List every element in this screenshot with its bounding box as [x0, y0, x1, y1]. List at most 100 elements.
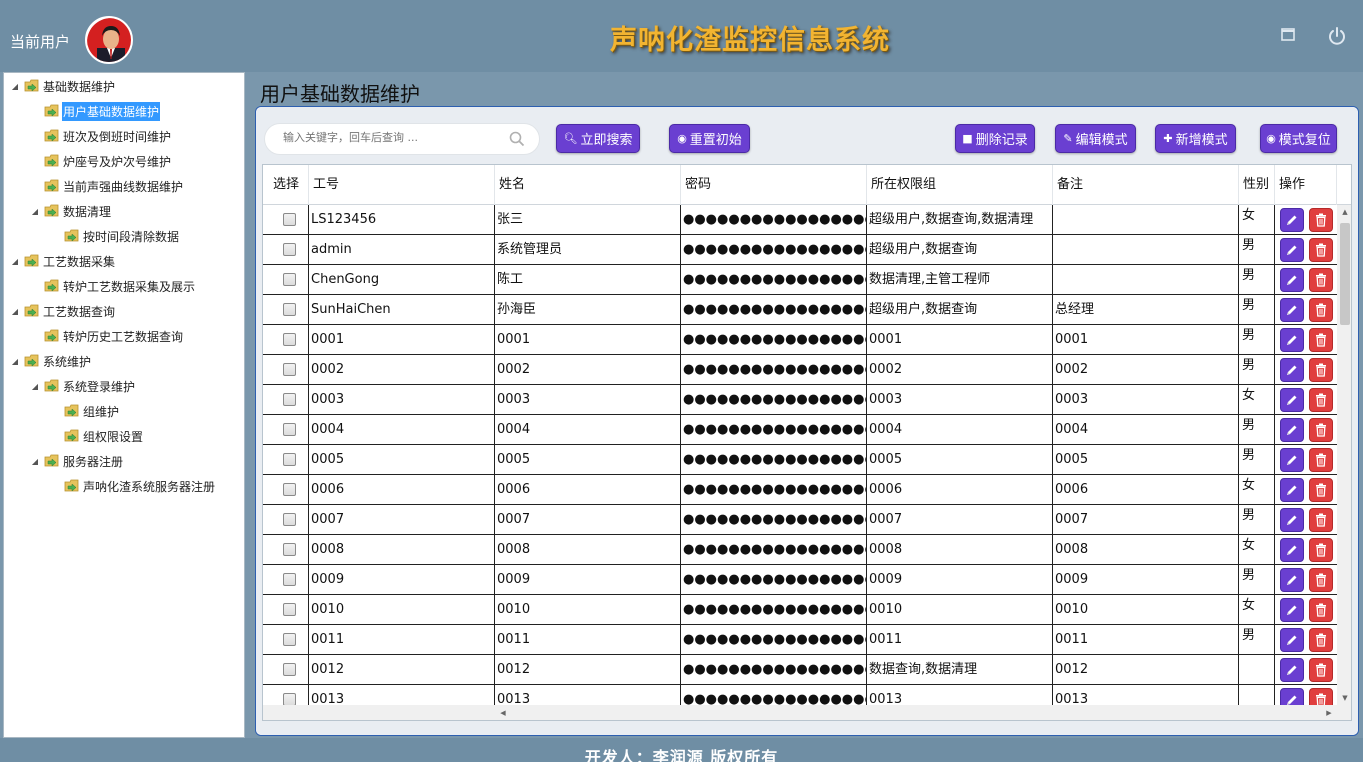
- tree-item[interactable]: 班次及倒班时间维护: [30, 126, 172, 146]
- column-header[interactable]: 备注: [1053, 165, 1239, 205]
- table-row[interactable]: 00080008●●●●●●●●●●●●●●●●●●●●00080008女: [263, 535, 1337, 565]
- delete-row-button[interactable]: [1309, 688, 1333, 705]
- search-box[interactable]: [264, 123, 540, 155]
- search-button[interactable]: 🔍︎ 立即搜索: [556, 124, 640, 153]
- delete-row-button[interactable]: [1309, 628, 1333, 652]
- search-icon[interactable]: [509, 131, 525, 147]
- row-checkbox[interactable]: [283, 633, 296, 646]
- delete-row-button[interactable]: [1309, 358, 1333, 382]
- edit-row-button[interactable]: [1280, 598, 1304, 622]
- vertical-scrollbar[interactable]: ▲ ▼: [1337, 205, 1351, 705]
- tree-item[interactable]: ◢ 系统登录维护: [30, 376, 136, 396]
- table-row[interactable]: 00070007●●●●●●●●●●●●●●●●●●●●00070007男: [263, 505, 1337, 535]
- row-checkbox[interactable]: [283, 333, 296, 346]
- tree-item[interactable]: ◢ 工艺数据查询: [10, 301, 116, 321]
- table-row[interactable]: 00060006●●●●●●●●●●●●●●●●●●●●00060006女: [263, 475, 1337, 505]
- row-checkbox[interactable]: [283, 273, 296, 286]
- edit-row-button[interactable]: [1280, 658, 1304, 682]
- edit-row-button[interactable]: [1280, 238, 1304, 262]
- row-checkbox[interactable]: [283, 363, 296, 376]
- edit-row-button[interactable]: [1280, 478, 1304, 502]
- expand-arrow-icon[interactable]: ◢: [30, 382, 40, 391]
- delete-records-button[interactable]: ■ 删除记录: [955, 124, 1035, 153]
- column-header[interactable]: 性别: [1239, 165, 1275, 205]
- delete-row-button[interactable]: [1309, 388, 1333, 412]
- row-checkbox[interactable]: [283, 453, 296, 466]
- table-row[interactable]: ChenGong陈工●●●●●●●●●●●●●●●●●●●●数据清理,主管工程师…: [263, 265, 1337, 295]
- row-checkbox[interactable]: [283, 423, 296, 436]
- scroll-down-icon[interactable]: ▼: [1337, 691, 1351, 705]
- edit-row-button[interactable]: [1280, 628, 1304, 652]
- expand-arrow-icon[interactable]: ◢: [30, 457, 40, 466]
- edit-row-button[interactable]: [1280, 538, 1304, 562]
- column-header[interactable]: 姓名: [495, 165, 681, 205]
- tree-item[interactable]: 组维护: [50, 401, 120, 421]
- row-checkbox[interactable]: [283, 573, 296, 586]
- row-checkbox[interactable]: [283, 513, 296, 526]
- power-button[interactable]: [1327, 26, 1345, 45]
- tree-item[interactable]: ◢ 数据清理: [30, 201, 112, 221]
- column-header[interactable]: 选择: [263, 165, 309, 205]
- table-row[interactable]: 00010001●●●●●●●●●●●●●●●●●●●●00010001男: [263, 325, 1337, 355]
- table-row[interactable]: 00090009●●●●●●●●●●●●●●●●●●●●00090009男: [263, 565, 1337, 595]
- maximize-button[interactable]: [1279, 26, 1297, 44]
- tree-item[interactable]: 转炉工艺数据采集及展示: [30, 276, 196, 296]
- delete-row-button[interactable]: [1309, 208, 1333, 232]
- delete-row-button[interactable]: [1309, 538, 1333, 562]
- row-checkbox[interactable]: [283, 393, 296, 406]
- tree-item[interactable]: ◢ 系统维护: [10, 351, 92, 371]
- delete-row-button[interactable]: [1309, 268, 1333, 292]
- edit-row-button[interactable]: [1280, 418, 1304, 442]
- column-header[interactable]: 操作: [1275, 165, 1337, 205]
- edit-row-button[interactable]: [1280, 688, 1304, 705]
- tree-item[interactable]: ◢ 服务器注册: [30, 451, 124, 471]
- horizontal-scrollbar[interactable]: ◀ ▶: [263, 705, 1351, 720]
- tree-item[interactable]: 组权限设置: [50, 426, 144, 446]
- tree-item[interactable]: 声呐化渣系统服务器注册: [50, 476, 216, 496]
- tree-item[interactable]: ◢ 基础数据维护: [10, 76, 116, 96]
- scroll-left-icon[interactable]: ◀: [495, 705, 511, 720]
- table-row[interactable]: 00100010●●●●●●●●●●●●●●●●●●●●00100010女: [263, 595, 1337, 625]
- delete-row-button[interactable]: [1309, 298, 1333, 322]
- scroll-right-icon[interactable]: ▶: [1321, 705, 1337, 720]
- tree-item[interactable]: 当前声强曲线数据维护: [30, 176, 184, 196]
- table-row[interactable]: 00110011●●●●●●●●●●●●●●●●●●●●00110011男: [263, 625, 1337, 655]
- column-header[interactable]: 所在权限组: [867, 165, 1053, 205]
- table-row[interactable]: LS123456张三●●●●●●●●●●●●●●●●●●●●超级用户,数据查询,…: [263, 205, 1337, 235]
- expand-arrow-icon[interactable]: ◢: [10, 357, 20, 366]
- edit-row-button[interactable]: [1280, 388, 1304, 412]
- edit-row-button[interactable]: [1280, 508, 1304, 532]
- table-row[interactable]: SunHaiChen孙海臣●●●●●●●●●●●●●●●●●●●●超级用户,数据…: [263, 295, 1337, 325]
- search-input[interactable]: [283, 131, 503, 144]
- edit-row-button[interactable]: [1280, 328, 1304, 352]
- delete-row-button[interactable]: [1309, 598, 1333, 622]
- row-checkbox[interactable]: [283, 243, 296, 256]
- column-header[interactable]: 密码: [681, 165, 867, 205]
- table-row[interactable]: 00040004●●●●●●●●●●●●●●●●●●●●00040004男: [263, 415, 1337, 445]
- tree-item[interactable]: 转炉历史工艺数据查询: [30, 326, 184, 346]
- edit-row-button[interactable]: [1280, 448, 1304, 472]
- table-row[interactable]: 00020002●●●●●●●●●●●●●●●●●●●●00020002男: [263, 355, 1337, 385]
- edit-row-button[interactable]: [1280, 358, 1304, 382]
- reset-mode-button[interactable]: ◉ 模式复位: [1260, 124, 1337, 153]
- row-checkbox[interactable]: [283, 603, 296, 616]
- tree-item[interactable]: ◢ 工艺数据采集: [10, 251, 116, 271]
- tree-item[interactable]: 炉座号及炉次号维护: [30, 151, 172, 171]
- delete-row-button[interactable]: [1309, 658, 1333, 682]
- reset-button[interactable]: ◉ 重置初始: [669, 124, 750, 153]
- add-mode-button[interactable]: ✚ 新增模式: [1155, 124, 1236, 153]
- tree-item[interactable]: 用户基础数据维护: [30, 101, 161, 121]
- edit-row-button[interactable]: [1280, 208, 1304, 232]
- row-checkbox[interactable]: [283, 483, 296, 496]
- row-checkbox[interactable]: [283, 303, 296, 316]
- delete-row-button[interactable]: [1309, 508, 1333, 532]
- table-row[interactable]: 00120012●●●●●●●●●●●●●●●●●●●●数据查询,数据清理001…: [263, 655, 1337, 685]
- edit-row-button[interactable]: [1280, 298, 1304, 322]
- expand-arrow-icon[interactable]: ◢: [10, 257, 20, 266]
- row-checkbox[interactable]: [283, 663, 296, 676]
- row-checkbox[interactable]: [283, 693, 296, 705]
- row-checkbox[interactable]: [283, 213, 296, 226]
- table-row[interactable]: 00130013●●●●●●●●●●●●●●●●●●●●00130013: [263, 685, 1337, 705]
- tree-item[interactable]: 按时间段清除数据: [50, 226, 180, 246]
- delete-row-button[interactable]: [1309, 418, 1333, 442]
